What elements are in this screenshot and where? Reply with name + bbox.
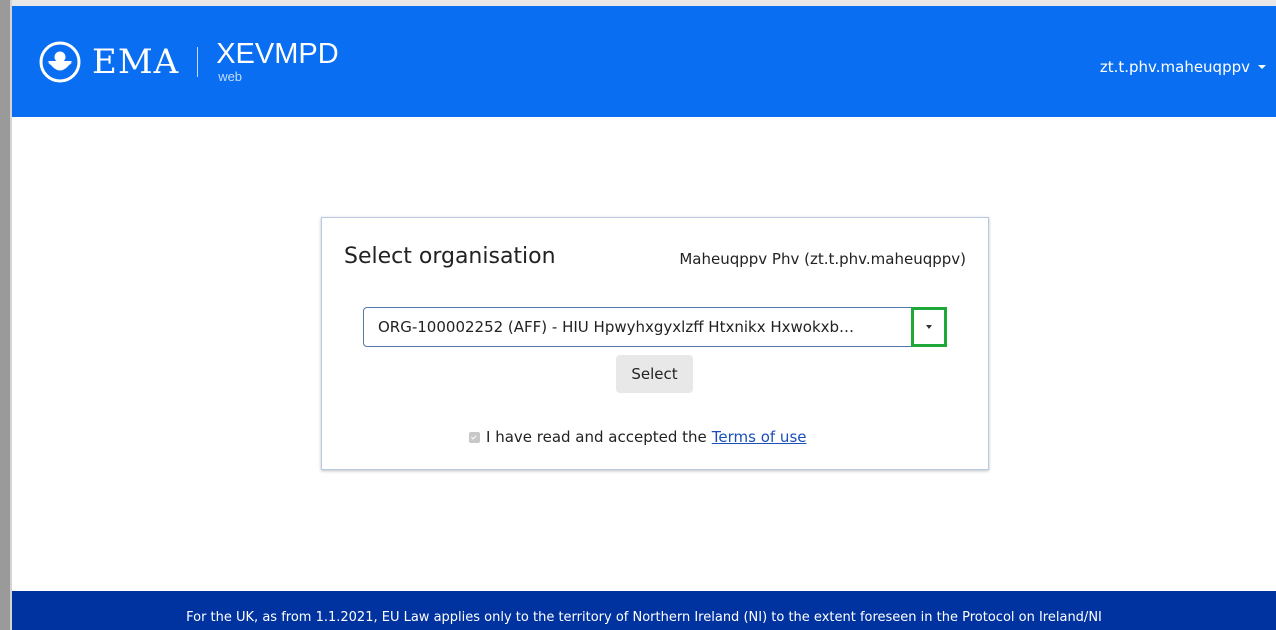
checkmark-icon <box>470 433 477 440</box>
app-header: EMA XEVMPD web zt.t.phv.maheuqppv <box>12 6 1276 117</box>
terms-of-use-link[interactable]: Terms of use <box>712 428 807 446</box>
logo[interactable]: EMA XEVMPD web <box>38 38 339 84</box>
organisation-select-toggle[interactable] <box>911 307 947 347</box>
user-menu[interactable]: zt.t.phv.maheuqppv <box>1100 58 1266 76</box>
select-button[interactable]: Select <box>616 355 693 393</box>
terms-label: I have read and accepted the <box>486 428 707 446</box>
window-left-edge <box>0 0 10 630</box>
app-name-block: XEVMPD web <box>216 38 338 84</box>
footer-notice: For the UK, as from 1.1.2021, EU Law app… <box>186 610 1102 625</box>
organisation-select-value: ORG-100002252 (AFF) - HIU Hpwyhxgyxlzff … <box>378 318 855 336</box>
app-name: XEVMPD <box>216 38 339 70</box>
organisation-select[interactable]: ORG-100002252 (AFF) - HIU Hpwyhxgyxlzff … <box>363 307 947 347</box>
brand-name: EMA <box>92 42 180 82</box>
app-subtitle: web <box>218 69 243 84</box>
checkbox-checked-icon[interactable] <box>469 431 480 443</box>
user-menu-label: zt.t.phv.maheuqppv <box>1099 58 1250 76</box>
footer: For the UK, as from 1.1.2021, EU Law app… <box>12 591 1276 630</box>
terms-acceptance: I have read and accepted the Terms of us… <box>469 428 806 446</box>
chevron-down-icon <box>926 325 932 329</box>
select-organisation-card: Select organisation Maheuqppv Phv (zt.t.… <box>321 217 989 470</box>
card-title: Select organisation <box>344 244 556 269</box>
current-user-display: Maheuqppv Phv (zt.t.phv.maheuqppv) <box>679 250 966 268</box>
ema-logo-icon <box>39 41 81 83</box>
caret-down-icon <box>1258 65 1266 69</box>
logo-divider <box>197 47 199 77</box>
